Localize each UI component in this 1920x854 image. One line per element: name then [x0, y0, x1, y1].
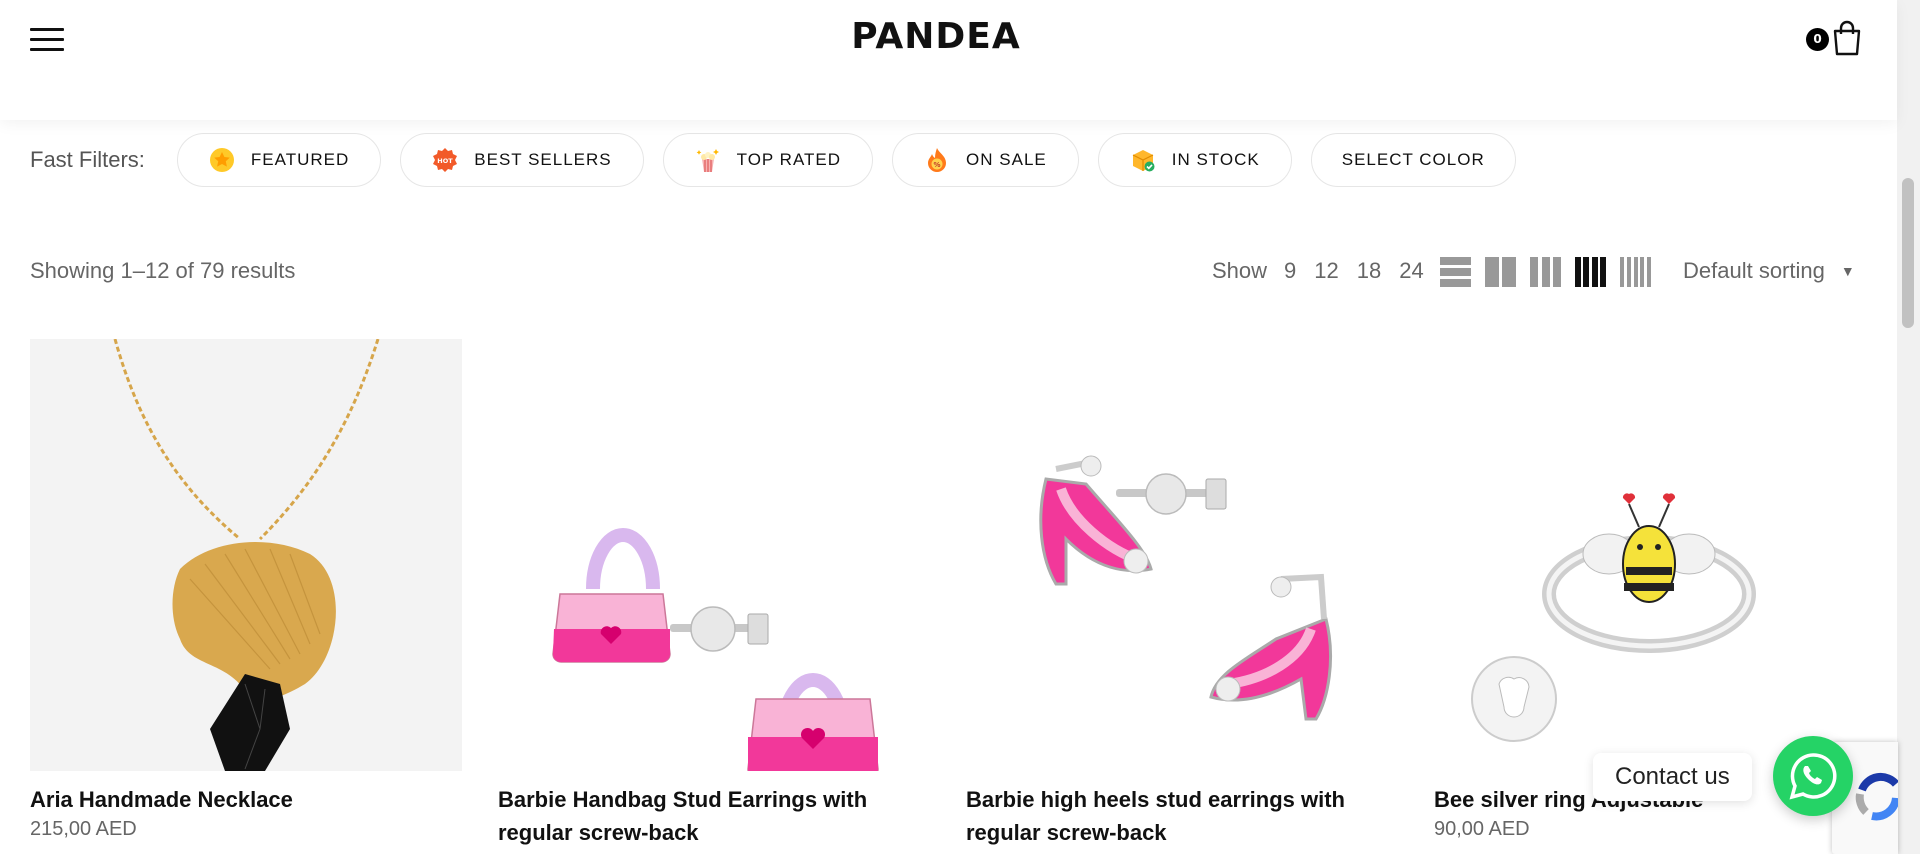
whatsapp-button[interactable] — [1773, 736, 1853, 816]
filter-featured[interactable]: FEATURED — [176, 133, 382, 187]
filter-in-stock[interactable]: IN STOCK — [1097, 133, 1292, 187]
results-count: Showing 1–12 of 79 results — [30, 258, 296, 283]
site-header: PANDEA 0 — [0, 0, 1897, 120]
per-page-selector: Show 9 12 18 24 — [1212, 258, 1442, 284]
filter-label: TOP RATED — [736, 150, 842, 169]
fast-filters-bar: Fast Filters: FEATURED HOT BEST SELLERS … — [30, 133, 1535, 187]
box-check-icon — [1130, 147, 1156, 173]
chevron-down-icon: ▼ — [1840, 263, 1855, 279]
product-price: 90,00 AED — [1434, 818, 1530, 840]
handbag-earrings-image — [552, 528, 879, 771]
contact-us-label[interactable]: Contact us — [1593, 753, 1752, 801]
filter-select-color[interactable]: SELECT COLOR — [1310, 133, 1516, 187]
star-badge-icon — [209, 147, 235, 173]
grid-4-columns-icon[interactable] — [1575, 257, 1606, 287]
svg-text:%: % — [934, 161, 941, 169]
filter-label: BEST SELLERS — [474, 150, 612, 169]
product-image[interactable] — [1434, 339, 1866, 771]
filter-label: SELECT COLOR — [1341, 150, 1485, 169]
list-view-icon[interactable] — [1440, 257, 1471, 287]
product-name[interactable]: Barbie high heels stud earrings with reg… — [966, 783, 1398, 849]
cart-button[interactable]: 0 — [1806, 20, 1866, 60]
product-card[interactable]: Aria Handmade Necklace 215,00 AED — [30, 339, 462, 841]
product-name[interactable]: Aria Handmade Necklace — [30, 783, 462, 816]
product-card[interactable]: Barbie high heels stud earrings with reg… — [966, 339, 1398, 849]
page-scrollbar[interactable] — [1897, 0, 1920, 854]
filter-label: FEATURED — [250, 150, 350, 169]
product-image[interactable] — [966, 339, 1398, 771]
product-card[interactable]: Barbie Handbag Stud Earrings with regula… — [498, 339, 930, 849]
per-page-9[interactable]: 9 — [1284, 258, 1296, 284]
sort-dropdown[interactable]: Default sorting ▼ — [1683, 258, 1855, 284]
filter-label: IN STOCK — [1171, 150, 1260, 169]
popcorn-sparkle-icon — [695, 147, 721, 173]
per-page-18[interactable]: 18 — [1357, 258, 1381, 284]
grid-view-switcher — [1440, 257, 1665, 287]
percent-flame-icon: % — [924, 147, 950, 173]
necklace-image — [113, 339, 380, 771]
cart-count-badge: 0 — [1806, 28, 1829, 51]
sort-label: Default sorting — [1683, 258, 1825, 283]
hot-badge-icon: HOT — [432, 147, 458, 173]
bee-ring-image — [1471, 493, 1756, 742]
svg-text:HOT: HOT — [438, 157, 454, 165]
filter-on-sale[interactable]: % ON SALE — [892, 133, 1079, 187]
filter-top-rated[interactable]: TOP RATED — [662, 133, 874, 187]
filter-label: ON SALE — [966, 150, 1047, 169]
scrollbar-thumb[interactable] — [1902, 178, 1914, 328]
site-logo[interactable]: PANDEA — [0, 16, 1872, 57]
product-name[interactable]: Barbie Handbag Stud Earrings with regula… — [498, 783, 930, 849]
grid-5-columns-icon[interactable] — [1620, 257, 1651, 287]
product-price: 215,00 AED — [30, 818, 137, 840]
filter-best-sellers[interactable]: HOT BEST SELLERS — [400, 133, 644, 187]
whatsapp-icon — [1789, 753, 1837, 800]
grid-3-columns-icon[interactable] — [1530, 257, 1561, 287]
high-heels-earrings-image — [1039, 455, 1332, 721]
grid-2-columns-icon[interactable] — [1485, 257, 1516, 287]
show-label: Show — [1212, 258, 1268, 283]
fast-filters-label: Fast Filters: — [30, 147, 145, 172]
shopping-bag-icon — [1833, 20, 1861, 56]
product-image[interactable] — [498, 339, 930, 771]
per-page-12[interactable]: 12 — [1314, 258, 1338, 284]
per-page-24[interactable]: 24 — [1399, 258, 1423, 284]
product-image[interactable] — [30, 339, 462, 771]
